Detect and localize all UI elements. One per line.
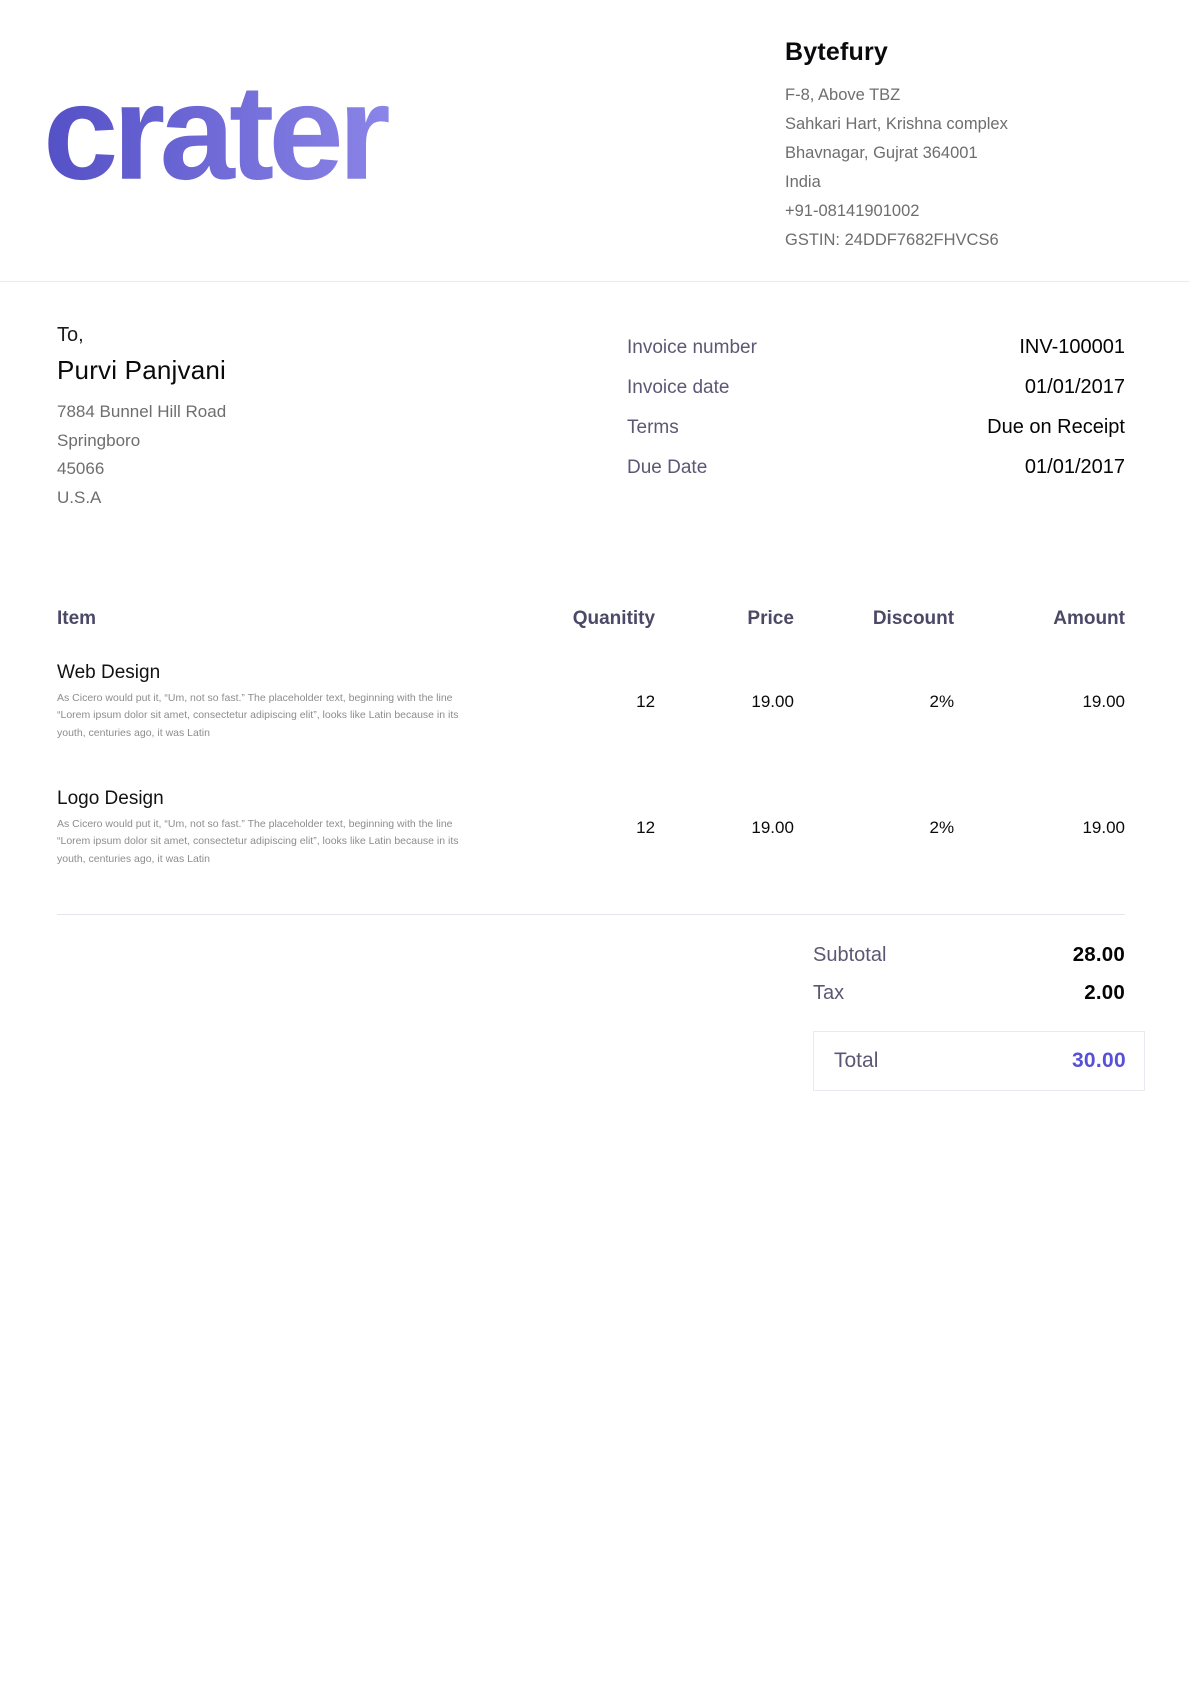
column-header-quantity: Quanitity: [506, 608, 656, 662]
subtotal-label: Subtotal: [813, 944, 886, 967]
column-header-discount: Discount: [794, 608, 954, 662]
tax-value: 2.00: [1084, 981, 1125, 1005]
total-value: 30.00: [1072, 1049, 1126, 1073]
item-quantity-value: 12: [506, 788, 656, 914]
column-header-amount: Amount: [954, 608, 1125, 662]
bill-to-block: To, Purvi Panjvani 7884 Bunnel Hill Road…: [57, 324, 226, 512]
item-price-value: 19.00: [655, 788, 794, 914]
client-name: Purvi Panjvani: [57, 355, 226, 386]
company-address-line: F-8, Above TBZ: [785, 81, 1125, 110]
client-address-line: Springboro: [57, 427, 226, 456]
items-section: Item Quanitity Price Discount Amount Web…: [0, 512, 1190, 914]
company-address-line: Bhavnagar, Gujrat 364001: [785, 139, 1125, 168]
item-description: As Cicero would put it, “Um, not so fast…: [57, 690, 477, 742]
meta-row-terms: Terms Due on Receipt: [627, 416, 1125, 439]
invoice-date-label: Invoice date: [627, 377, 729, 399]
company-phone: +91-08141901002: [785, 197, 1125, 226]
item-discount-value: 2%: [794, 662, 954, 788]
client-address-line: U.S.A: [57, 484, 226, 513]
terms-value: Due on Receipt: [987, 416, 1125, 439]
item-row: Logo Design As Cicero would put it, “Um,…: [57, 788, 1125, 914]
invoice-info-section: To, Purvi Panjvani 7884 Bunnel Hill Road…: [0, 282, 1190, 512]
client-address-line: 7884 Bunnel Hill Road: [57, 398, 226, 427]
bill-to-label: To,: [57, 324, 226, 347]
meta-row-invoice-number: Invoice number INV-100001: [627, 336, 1125, 359]
meta-row-due-date: Due Date 01/01/2017: [627, 456, 1125, 479]
item-amount-value: 19.00: [954, 788, 1125, 914]
terms-label: Terms: [627, 417, 679, 439]
item-cell: Logo Design As Cicero would put it, “Um,…: [57, 788, 506, 914]
total-box: Total 30.00: [813, 1031, 1145, 1091]
crater-logo: crater: [48, 72, 488, 199]
item-row: Web Design As Cicero would put it, “Um, …: [57, 662, 1125, 788]
due-date-value: 01/01/2017: [1025, 456, 1125, 479]
item-quantity-value: 12: [506, 662, 656, 788]
invoice-meta-block: Invoice number INV-100001 Invoice date 0…: [627, 324, 1125, 512]
column-header-item: Item: [57, 608, 506, 662]
subtotal-value: 28.00: [1073, 943, 1125, 967]
tax-label: Tax: [813, 982, 844, 1005]
invoice-number-value: INV-100001: [1019, 336, 1125, 359]
meta-row-invoice-date: Invoice date 01/01/2017: [627, 376, 1125, 399]
item-name: Web Design: [57, 662, 506, 684]
item-description: As Cicero would put it, “Um, not so fast…: [57, 816, 477, 868]
invoice-date-value: 01/01/2017: [1025, 376, 1125, 399]
company-address-line: Sahkari Hart, Krishna complex: [785, 110, 1125, 139]
subtotal-row: Subtotal 28.00: [813, 943, 1145, 967]
item-name: Logo Design: [57, 788, 506, 810]
company-info: Bytefury F-8, Above TBZ Sahkari Hart, Kr…: [785, 30, 1125, 255]
tax-row: Tax 2.00: [813, 981, 1145, 1005]
due-date-label: Due Date: [627, 457, 707, 479]
item-price-value: 19.00: [655, 662, 794, 788]
column-header-price: Price: [655, 608, 794, 662]
item-amount-value: 19.00: [954, 662, 1125, 788]
items-table-header-row: Item Quanitity Price Discount Amount: [57, 608, 1125, 662]
invoice-number-label: Invoice number: [627, 337, 757, 359]
items-table: Item Quanitity Price Discount Amount Web…: [57, 608, 1125, 914]
total-label: Total: [834, 1049, 878, 1073]
company-name: Bytefury: [785, 38, 1125, 67]
item-discount-value: 2%: [794, 788, 954, 914]
totals-section: Subtotal 28.00 Tax 2.00 Total 30.00: [0, 915, 1190, 1091]
company-address-line: India: [785, 168, 1125, 197]
invoice-header: crater Bytefury F-8, Above TBZ Sahkari H…: [0, 0, 1190, 282]
crater-logo-image: crater: [48, 72, 488, 194]
client-address-line: 45066: [57, 455, 226, 484]
crater-logo-text: crater: [48, 72, 389, 194]
company-gstin: GSTIN: 24DDF7682FHVCS6: [785, 226, 1125, 255]
item-cell: Web Design As Cicero would put it, “Um, …: [57, 662, 506, 788]
